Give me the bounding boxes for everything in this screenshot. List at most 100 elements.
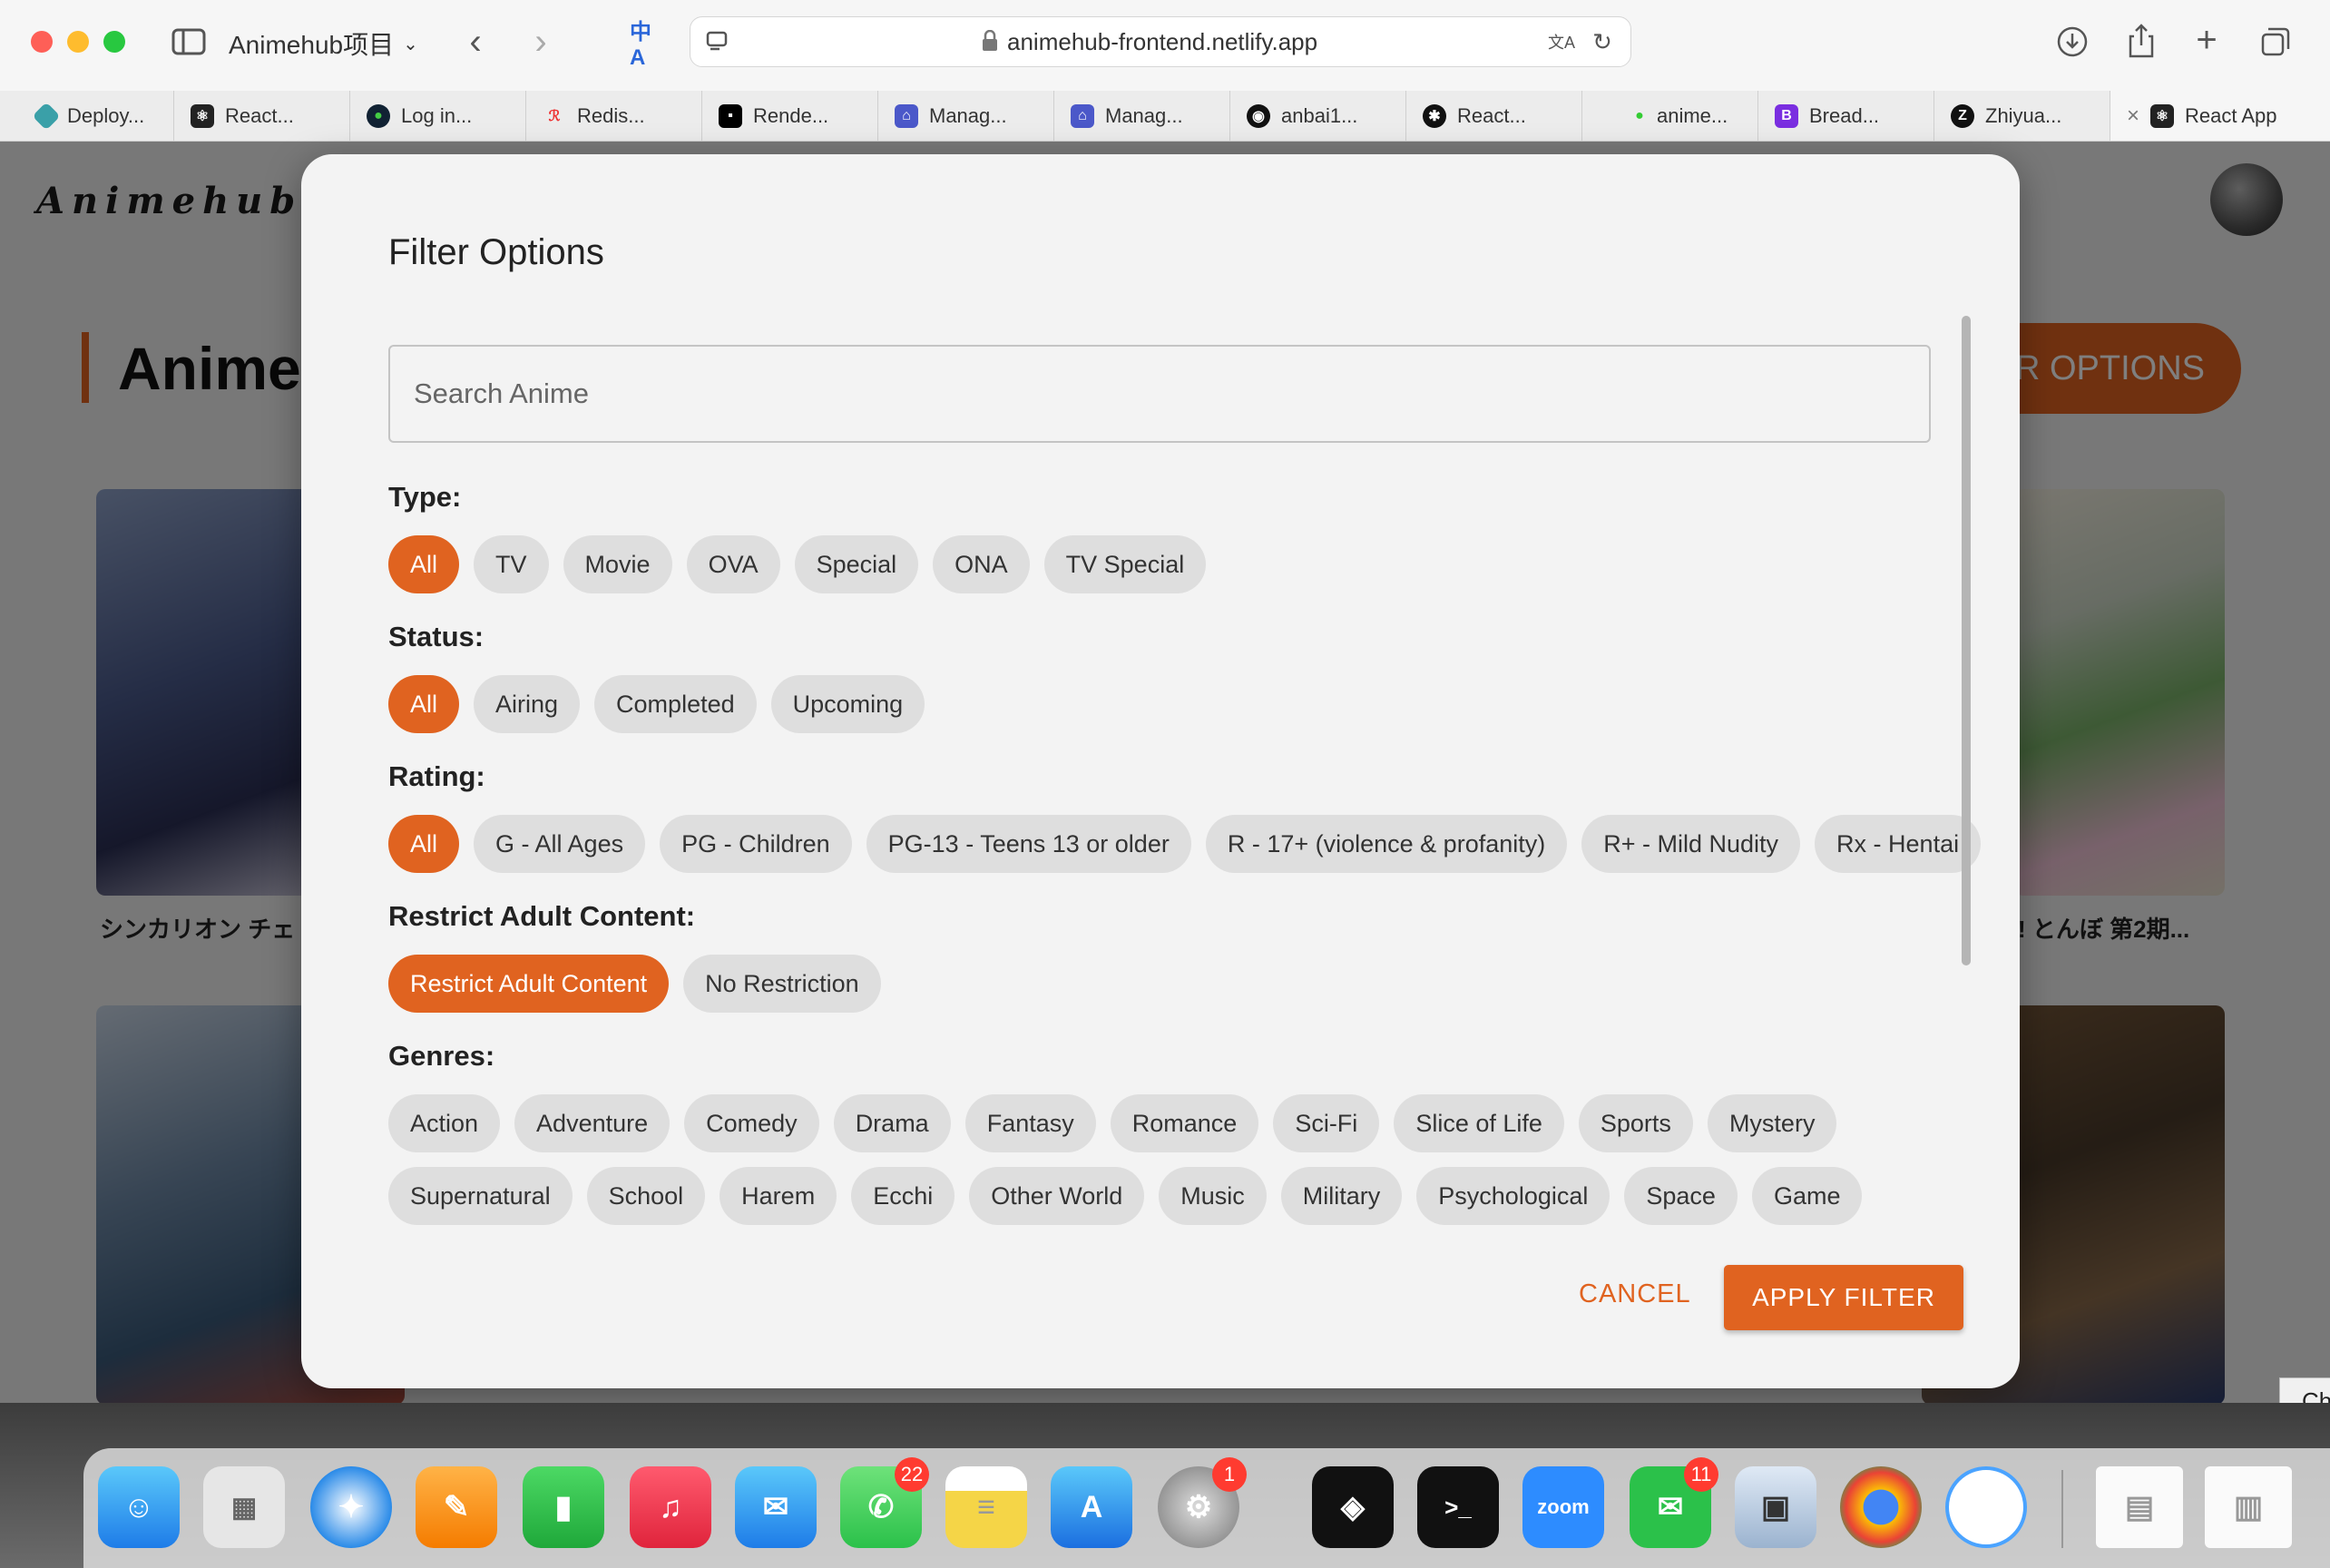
- translate-page-icon[interactable]: 文A: [1543, 28, 1580, 55]
- finder-icon[interactable]: ☺: [98, 1466, 180, 1548]
- numbers-icon[interactable]: ▮: [523, 1466, 604, 1548]
- tab-item-active[interactable]: × ⚛ React App: [2110, 91, 2330, 141]
- tab-item[interactable]: ⌂ Manag...: [1054, 91, 1230, 141]
- tab-item[interactable]: Deploy...: [20, 91, 174, 141]
- status-label: Status:: [388, 621, 485, 652]
- genre-option[interactable]: Drama: [833, 1094, 951, 1152]
- share-icon[interactable]: [2123, 20, 2159, 60]
- bootstrap-icon: B: [1775, 103, 1798, 128]
- genre-option[interactable]: Space: [1624, 1167, 1738, 1225]
- tab-item[interactable]: ◉ anbai1...: [1230, 91, 1406, 141]
- chatgpt-icon: ✱: [1423, 103, 1446, 128]
- status-option[interactable]: All: [388, 675, 460, 733]
- type-option[interactable]: ONA: [933, 535, 1030, 593]
- minimize-window-button[interactable]: [67, 31, 89, 53]
- sidebar-toggle-icon[interactable]: [171, 24, 207, 60]
- genre-option[interactable]: Sci-Fi: [1273, 1094, 1380, 1152]
- tab-overview-icon[interactable]: [2257, 24, 2294, 60]
- tab-group-selector[interactable]: Animehub项目 ⌄: [229, 25, 418, 62]
- genre-option[interactable]: Romance: [1110, 1094, 1259, 1152]
- rating-option[interactable]: R+ - Mild Nudity: [1581, 815, 1801, 873]
- chrome-icon[interactable]: [1840, 1466, 1922, 1548]
- close-window-button[interactable]: [31, 31, 53, 53]
- genre-option[interactable]: Slice of Life: [1394, 1094, 1564, 1152]
- type-option[interactable]: OVA: [686, 535, 780, 593]
- modal-title: Filter Options: [388, 232, 604, 272]
- zoom-window-button[interactable]: [103, 31, 125, 53]
- tab-label: Rende...: [753, 103, 829, 127]
- modal-scrollbar[interactable]: [1962, 316, 1971, 965]
- type-option[interactable]: TV Special: [1043, 535, 1207, 593]
- document-thumbnail[interactable]: ▥: [2205, 1466, 2292, 1548]
- rating-option[interactable]: PG - Children: [660, 815, 852, 873]
- genre-option[interactable]: Action: [388, 1094, 501, 1152]
- tab-item[interactable]: Z Zhiyua...: [1934, 91, 2110, 141]
- apply-filter-button[interactable]: APPLY FILTER: [1724, 1265, 1963, 1330]
- tab-item[interactable]: ● Log in...: [350, 91, 526, 141]
- status-option[interactable]: Completed: [594, 675, 757, 733]
- genre-option[interactable]: Game: [1751, 1167, 1863, 1225]
- pages-icon[interactable]: ✎: [416, 1466, 497, 1548]
- genre-option[interactable]: Adventure: [514, 1094, 671, 1152]
- genre-option[interactable]: Sports: [1578, 1094, 1693, 1152]
- type-option[interactable]: Movie: [563, 535, 672, 593]
- document-thumbnail[interactable]: ▤: [2096, 1466, 2183, 1548]
- tab-item[interactable]: ✱ React...: [1406, 91, 1582, 141]
- genre-option[interactable]: Mystery: [1707, 1094, 1837, 1152]
- rating-option[interactable]: R - 17+ (violence & profanity): [1205, 815, 1568, 873]
- tab-item[interactable]: ⌂ Manag...: [878, 91, 1054, 141]
- filter-scroll-area[interactable]: Type: All TV Movie OVA Special ONA TV Sp…: [388, 481, 1985, 1397]
- zoom-icon[interactable]: zoom: [1522, 1466, 1604, 1548]
- music-icon[interactable]: ♫: [630, 1466, 711, 1548]
- safari-icon[interactable]: ✦: [310, 1466, 392, 1548]
- tab-label: Deploy...: [67, 103, 145, 127]
- status-option[interactable]: Upcoming: [770, 675, 925, 733]
- genre-option[interactable]: Comedy: [684, 1094, 819, 1152]
- rating-option[interactable]: Rx - Hentai: [1815, 815, 1982, 873]
- tab-label: Manag...: [929, 103, 1007, 127]
- tab-item[interactable]: ● anime...: [1582, 91, 1758, 141]
- lock-icon: [980, 27, 1000, 54]
- genre-option[interactable]: Other World: [969, 1167, 1145, 1225]
- rating-option[interactable]: PG-13 - Teens 13 or older: [866, 815, 1191, 873]
- downloads-icon[interactable]: [2054, 24, 2090, 60]
- type-option[interactable]: Special: [794, 535, 919, 593]
- launchpad-icon[interactable]: ▦: [203, 1466, 285, 1548]
- status-option[interactable]: Airing: [474, 675, 581, 733]
- page-menu-icon[interactable]: [703, 28, 730, 55]
- genre-options: Action Adventure Comedy Drama Fantasy Ro…: [388, 1094, 1985, 1225]
- rating-option[interactable]: All: [388, 815, 460, 873]
- tab-item[interactable]: ▪ Rende...: [702, 91, 878, 141]
- rating-option[interactable]: G - All Ages: [474, 815, 646, 873]
- tab-item[interactable]: ⚛ React...: [174, 91, 350, 141]
- genre-option[interactable]: Fantasy: [964, 1094, 1096, 1152]
- close-tab-icon[interactable]: ×: [2127, 103, 2139, 129]
- genre-option[interactable]: Harem: [720, 1167, 837, 1225]
- genre-option[interactable]: School: [586, 1167, 706, 1225]
- notes-icon[interactable]: ≡: [945, 1466, 1027, 1548]
- restrict-option[interactable]: No Restriction: [683, 955, 881, 1013]
- preview-icon[interactable]: ▣: [1735, 1466, 1816, 1548]
- genre-option[interactable]: Military: [1280, 1167, 1403, 1225]
- genre-option[interactable]: Ecchi: [851, 1167, 955, 1225]
- translate-icon[interactable]: 中A: [630, 20, 666, 70]
- new-tab-icon[interactable]: +: [2188, 20, 2225, 60]
- virtualbox-icon[interactable]: ◈: [1312, 1466, 1394, 1548]
- tab-item[interactable]: B Bread...: [1758, 91, 1934, 141]
- genre-option[interactable]: Supernatural: [388, 1167, 573, 1225]
- cancel-button[interactable]: CANCEL: [1579, 1279, 1691, 1309]
- tab-item[interactable]: ℛ Redis...: [526, 91, 702, 141]
- search-input[interactable]: [388, 345, 1931, 443]
- type-option[interactable]: All: [388, 535, 460, 593]
- terminal-icon[interactable]: >_: [1417, 1466, 1499, 1548]
- mail-icon[interactable]: ✉: [735, 1466, 817, 1548]
- genre-option[interactable]: Psychological: [1416, 1167, 1610, 1225]
- app-circle-icon[interactable]: [1945, 1466, 2027, 1548]
- type-option[interactable]: TV: [474, 535, 549, 593]
- back-icon[interactable]: ‹: [461, 22, 490, 62]
- app-store-icon[interactable]: A: [1051, 1466, 1132, 1548]
- restrict-option[interactable]: Restrict Adult Content: [388, 955, 670, 1013]
- reload-icon[interactable]: ↻: [1589, 28, 1616, 55]
- forward-icon[interactable]: ›: [526, 22, 555, 62]
- genre-option[interactable]: Music: [1159, 1167, 1267, 1225]
